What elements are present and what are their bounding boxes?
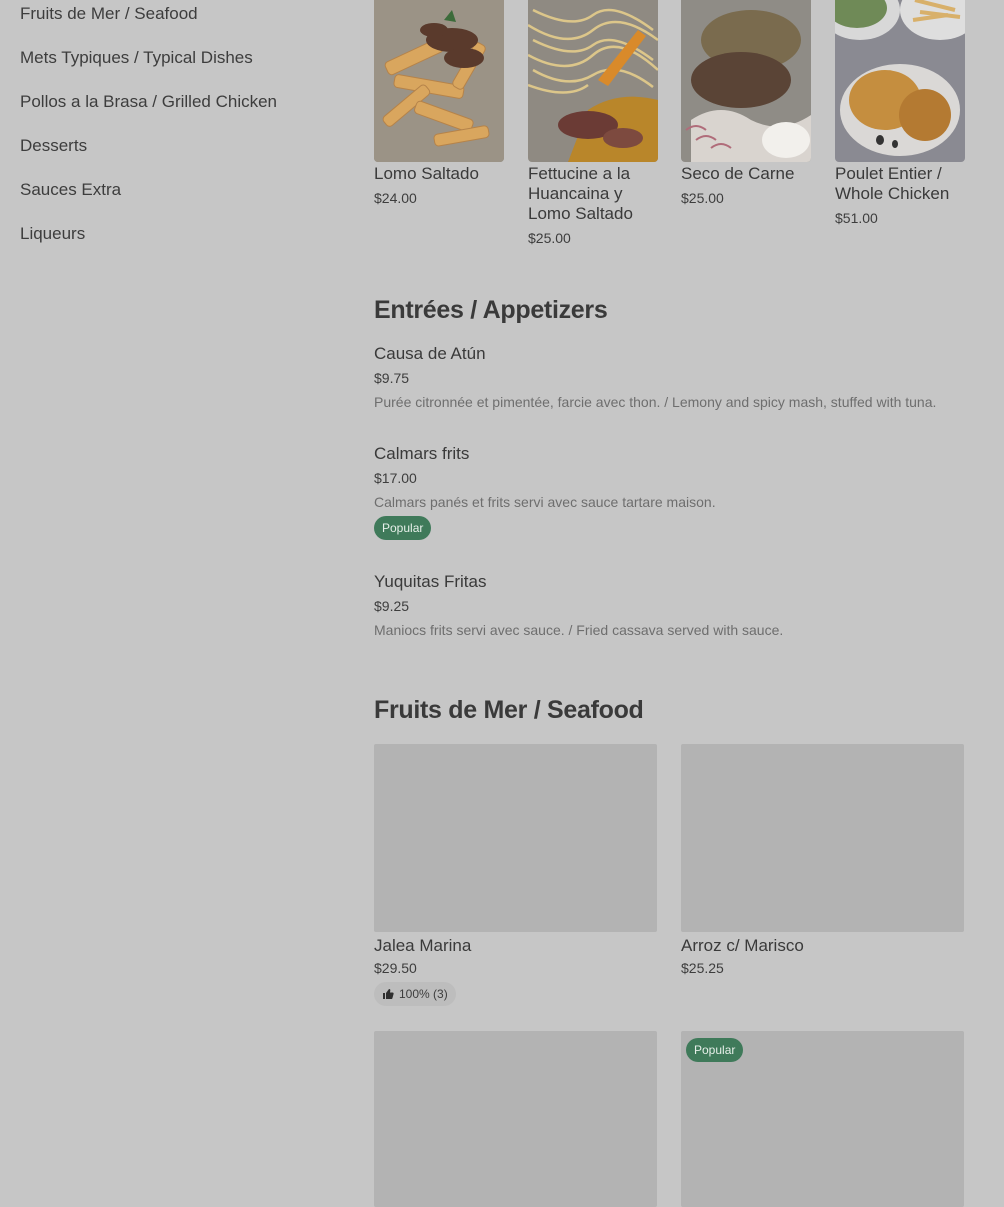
featured-item-image	[681, 0, 811, 162]
menu-item-description: Maniocs frits servi avec sauce. / Fried …	[374, 622, 784, 638]
menu-item-price: $17.00	[374, 470, 417, 486]
featured-item-price: $51.00	[835, 210, 878, 226]
featured-item-name: Fettucine a la Huancaina y Lomo Saltado	[528, 164, 633, 223]
menu-item-description: Calmars panés et frits servi avec sauce …	[374, 494, 716, 510]
menu-item-name: Causa de Atún	[374, 344, 486, 363]
thumbs-up-icon	[383, 989, 394, 999]
menu-item-price: $9.75	[374, 370, 410, 386]
sidebar-item-sauces-extra[interactable]: Sauces Extra	[20, 180, 121, 200]
rating-text: 100% (3)	[399, 987, 448, 1001]
menu-item-image-placeholder	[681, 744, 964, 932]
sidebar-item-seafood[interactable]: Fruits de Mer / Seafood	[20, 4, 198, 24]
sidebar-item-desserts[interactable]: Desserts	[20, 136, 87, 156]
section-title-appetizers: Entrées / Appetizers	[374, 296, 608, 324]
popular-badge: Popular	[374, 516, 432, 540]
featured-item-image	[835, 0, 965, 162]
featured-item-name: Seco de Carne	[681, 164, 795, 183]
featured-item-price: $24.00	[374, 190, 417, 206]
sidebar-item-grilled-chicken[interactable]: Pollos a la Brasa / Grilled Chicken	[20, 92, 277, 112]
menu-item-name: Calmars frits	[374, 444, 470, 463]
menu-item-price: $29.50	[374, 960, 417, 976]
menu-item-image-placeholder	[374, 1031, 657, 1207]
menu-item-name: Jalea Marina	[374, 936, 472, 955]
featured-item-name: Lomo Saltado	[374, 164, 479, 183]
featured-item-image	[528, 0, 658, 162]
menu-item-name: Yuquitas Fritas	[374, 572, 487, 591]
menu-item-price: $25.25	[681, 960, 724, 976]
featured-item-image	[374, 0, 504, 162]
menu-item-price: $9.25	[374, 598, 410, 614]
menu-item-image-placeholder	[374, 744, 657, 932]
featured-item-price: $25.00	[681, 190, 724, 206]
sidebar-item-liqueurs[interactable]: Liqueurs	[20, 224, 85, 244]
rating-badge: 100% (3)	[374, 982, 456, 1006]
popular-badge: Popular	[686, 1038, 744, 1062]
menu-item-name: Arroz c/ Marisco	[681, 936, 804, 955]
featured-item-name: Poulet Entier / Whole Chicken	[835, 164, 950, 203]
menu-item-description: Purée citronnée et pimentée, farcie avec…	[374, 394, 937, 410]
featured-item-price: $25.00	[528, 230, 571, 246]
section-title-seafood: Fruits de Mer / Seafood	[374, 696, 644, 724]
sidebar-item-typical-dishes[interactable]: Mets Typiques / Typical Dishes	[20, 48, 253, 68]
